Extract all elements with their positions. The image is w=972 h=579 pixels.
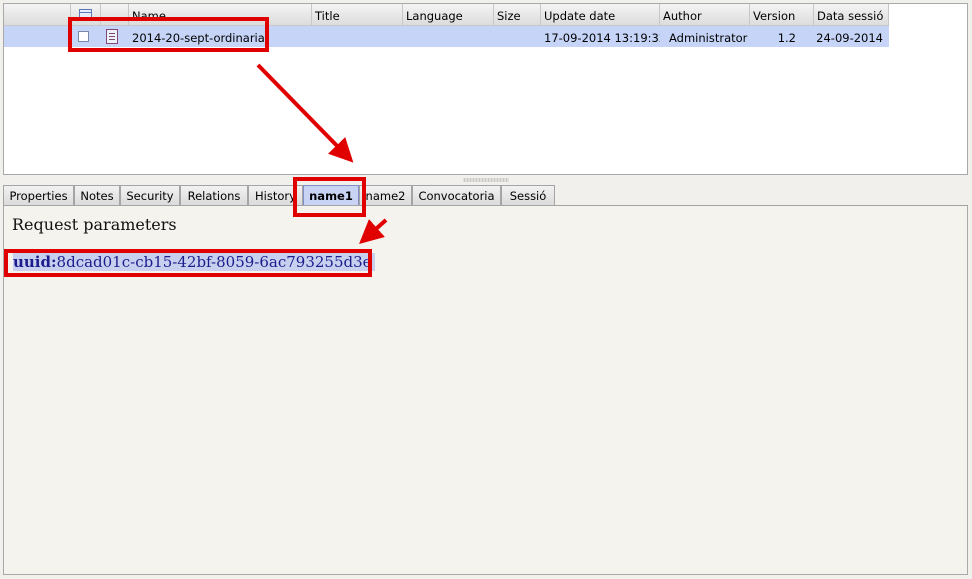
header-select-column[interactable] xyxy=(71,4,101,26)
tab-properties[interactable]: Properties xyxy=(3,185,74,206)
row-author: Administrator xyxy=(669,31,748,45)
tab-relations[interactable]: Relations xyxy=(180,185,248,206)
header-data-sessio[interactable]: Data sessió xyxy=(814,4,889,26)
tab-history[interactable]: History xyxy=(248,185,303,206)
tab-convocatoria[interactable]: Convocatoria xyxy=(412,185,501,206)
splitter-handle[interactable] xyxy=(463,178,509,182)
tab-security[interactable]: Security xyxy=(120,185,180,206)
header-language[interactable]: Language xyxy=(403,4,494,26)
header-version[interactable]: Version xyxy=(750,4,814,26)
header-author[interactable]: Author xyxy=(660,4,750,26)
grid-header-icon xyxy=(79,9,92,20)
row-select-cell[interactable] xyxy=(71,26,101,47)
tab-content-panel: Request parameters uuid:8dcad01c-cb15-42… xyxy=(3,206,968,575)
param-value: 8dcad01c-cb15-42bf-8059-6ac793255d3e xyxy=(56,253,372,271)
document-icon xyxy=(106,29,118,44)
header-title[interactable]: Title xyxy=(312,4,403,26)
row-version: 1.2 xyxy=(777,31,796,45)
header-spacer xyxy=(4,4,71,26)
checkbox-icon[interactable] xyxy=(78,31,89,42)
header-name[interactable]: Name xyxy=(129,4,312,26)
tab-bar: Properties Notes Security Relations Hist… xyxy=(3,185,968,206)
row-update-date: 17-09-2014 13:19:32 xyxy=(544,31,660,45)
tab-sessio[interactable]: Sessió xyxy=(501,185,555,206)
row-size xyxy=(494,26,541,47)
tab-notes[interactable]: Notes xyxy=(74,185,120,206)
document-grid[interactable]: Name Title Language Size Update date Aut… xyxy=(3,3,968,175)
header-size[interactable]: Size xyxy=(494,4,541,26)
tab-name1[interactable]: name1 xyxy=(303,185,359,206)
table-row[interactable]: 2014-20-sept-ordinaria 17-09-2014 13:19:… xyxy=(4,26,889,47)
param-key: uuid: xyxy=(13,253,57,271)
row-type-cell xyxy=(101,26,129,47)
tab-name2[interactable]: name2 xyxy=(359,185,412,206)
row-title xyxy=(312,26,403,47)
row-data-sessio: 24-09-2014 xyxy=(816,31,883,45)
grid-header: Name Title Language Size Update date Aut… xyxy=(4,4,889,26)
header-type-column[interactable] xyxy=(101,4,129,26)
row-language xyxy=(403,26,494,47)
uuid-parameter: uuid:8dcad01c-cb15-42bf-8059-6ac793255d3… xyxy=(13,253,375,271)
row-name[interactable]: 2014-20-sept-ordinaria xyxy=(129,26,312,47)
header-update-date[interactable]: Update date xyxy=(541,4,660,26)
panel-title: Request parameters xyxy=(12,215,177,234)
